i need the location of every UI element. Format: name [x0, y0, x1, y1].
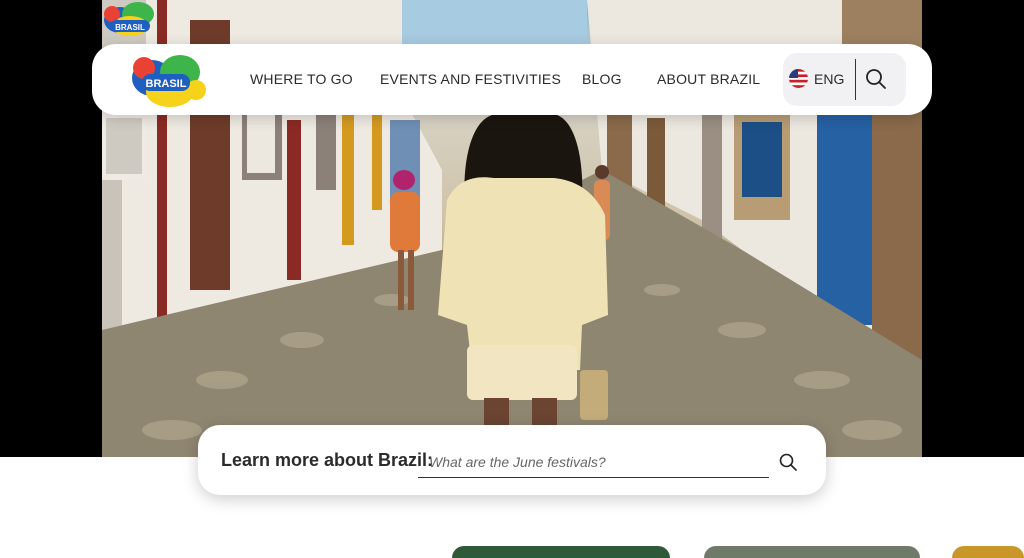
learn-more-search-bar: Learn more about Brazil:	[198, 425, 826, 495]
language-search-group: ENG	[783, 53, 906, 106]
nav-events-and-festivities[interactable]: EVENTS AND FESTIVITIES	[380, 71, 561, 87]
content-card[interactable]	[952, 546, 1024, 558]
logo-text: BRASIL	[146, 78, 187, 90]
corner-brasil-logo: BRASIL	[104, 2, 154, 36]
search-label: Learn more about Brazil:	[221, 450, 434, 470]
search-icon[interactable]	[863, 66, 889, 92]
content-card[interactable]	[704, 546, 920, 558]
content-card[interactable]	[452, 546, 670, 558]
nav-about-brazil[interactable]: ABOUT BRAZIL	[657, 71, 760, 87]
divider	[855, 59, 856, 100]
site-header: BRASIL WHERE TO GO EVENTS AND FESTIVITIE…	[92, 44, 932, 115]
corner-logo-text: BRASIL	[115, 23, 145, 32]
brasil-logo[interactable]: BRASIL	[130, 52, 208, 108]
nav-where-to-go[interactable]: WHERE TO GO	[250, 71, 353, 87]
search-input[interactable]	[418, 447, 769, 478]
language-selector[interactable]: ENG	[814, 71, 844, 87]
search-icon[interactable]	[778, 452, 798, 472]
nav-blog[interactable]: BLOG	[582, 71, 622, 87]
us-flag-icon[interactable]	[789, 69, 808, 88]
